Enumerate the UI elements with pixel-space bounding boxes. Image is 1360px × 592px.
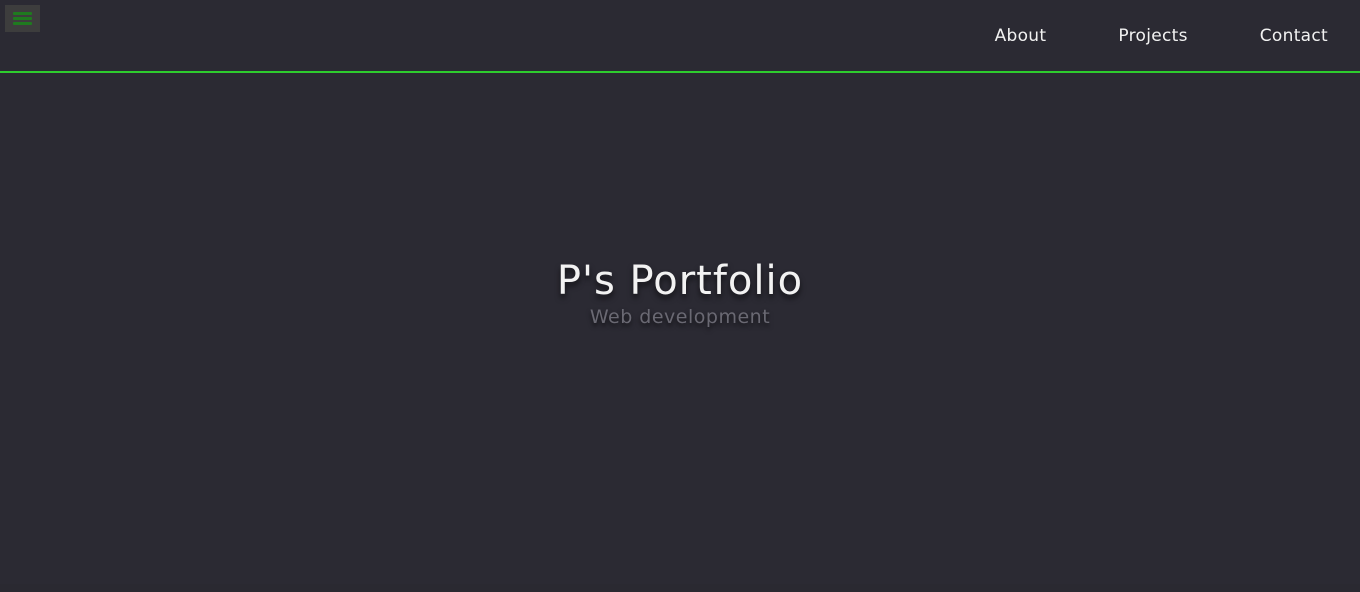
nav-links: About Projects Contact xyxy=(995,0,1360,71)
hero-title: P's Portfolio xyxy=(556,258,804,304)
page-bottom-edge xyxy=(0,584,1360,592)
nav-link-projects[interactable]: Projects xyxy=(1118,26,1187,46)
nav-link-contact[interactable]: Contact xyxy=(1260,26,1328,46)
page: About Projects Contact P's Portfolio Web… xyxy=(0,0,1360,592)
hero-subtitle: Web development xyxy=(589,306,771,328)
nav-link-about[interactable]: About xyxy=(995,26,1047,46)
navbar: About Projects Contact xyxy=(0,0,1360,73)
hero-section: P's Portfolio Web development xyxy=(0,73,1360,584)
menu-toggle-button[interactable] xyxy=(5,5,40,32)
